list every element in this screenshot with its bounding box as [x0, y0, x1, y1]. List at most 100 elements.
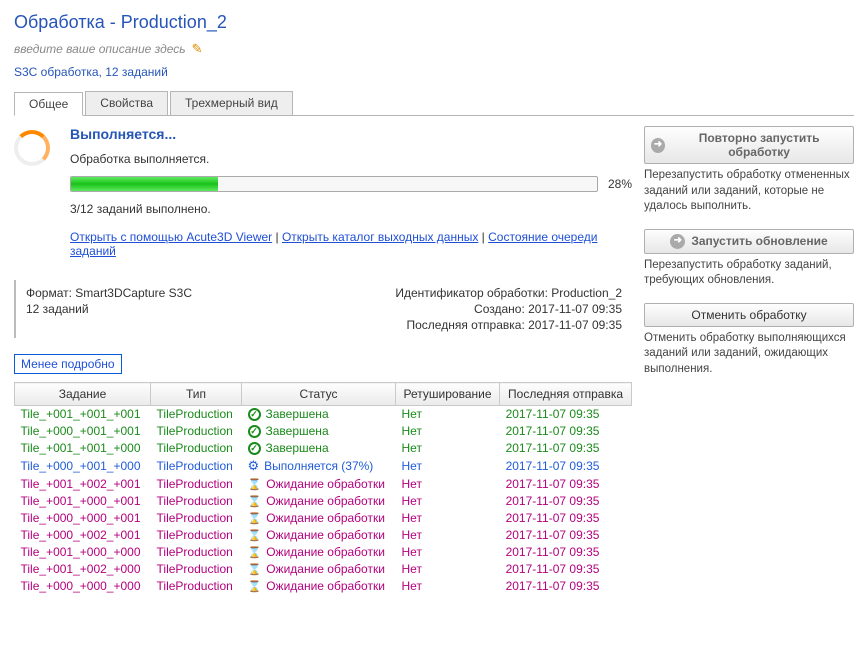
- cell-status-text: Ожидание обработки: [266, 528, 385, 542]
- cell-last-send: 2017-11-07 09:35: [500, 476, 632, 493]
- progress-fill: [71, 177, 218, 191]
- cell-retouch: Нет: [396, 457, 500, 476]
- cell-status-text: Ожидание обработки: [266, 494, 385, 508]
- restart-button[interactable]: ➜ Повторно запустить обработку: [644, 126, 854, 164]
- hourglass-icon: ⌛: [248, 546, 262, 559]
- check-circle-icon: [248, 442, 261, 455]
- table-row[interactable]: Tile_+000_+001_+000TileProduction ⚙ Выполн…: [15, 457, 632, 476]
- table-row[interactable]: Tile_+001_+001_+001TileProductionЗаверше…: [15, 406, 632, 423]
- cell-status: ⌛Ожидание обработки: [242, 527, 396, 544]
- cell-task: Tile_+000_+001_+001: [15, 423, 151, 440]
- hourglass-icon: ⌛: [248, 563, 262, 576]
- col-type[interactable]: Тип: [151, 383, 242, 406]
- cell-type: TileProduction: [151, 510, 242, 527]
- cell-last-send: 2017-11-07 09:35: [500, 578, 632, 595]
- cell-retouch: Нет: [396, 544, 500, 561]
- cell-last-send: 2017-11-07 09:35: [500, 457, 632, 476]
- cell-status: ⌛Ожидание обработки: [242, 476, 396, 493]
- cell-retouch: Нет: [396, 423, 500, 440]
- check-circle-icon: [248, 408, 261, 421]
- restart-desc: Перезапустить обработку отмененных задан…: [644, 168, 854, 215]
- col-task[interactable]: Задание: [15, 383, 151, 406]
- cell-retouch: Нет: [396, 527, 500, 544]
- open-viewer-link[interactable]: Открыть с помощью Acute3D Viewer: [70, 230, 272, 244]
- progress-bar: [70, 176, 598, 192]
- cell-status-text: Завершена: [266, 407, 329, 421]
- col-last-send[interactable]: Последняя отправка: [500, 383, 632, 406]
- update-desc: Перезапустить обработку заданий, требующ…: [644, 258, 854, 289]
- cell-last-send: 2017-11-07 09:35: [500, 510, 632, 527]
- table-row[interactable]: Tile_+000_+002_+001TileProduction⌛Ожидан…: [15, 527, 632, 544]
- cell-retouch: Нет: [396, 561, 500, 578]
- cell-type: TileProduction: [151, 544, 242, 561]
- cell-last-send: 2017-11-07 09:35: [500, 561, 632, 578]
- cell-task: Tile_+000_+002_+001: [15, 527, 151, 544]
- cell-retouch: Нет: [396, 406, 500, 423]
- restart-button-label: Повторно запустить обработку: [671, 131, 847, 159]
- cell-status: ⌛Ожидание обработки: [242, 561, 396, 578]
- col-status[interactable]: Статус: [242, 383, 396, 406]
- cell-task: Tile_+000_+001_+000: [15, 457, 151, 476]
- cell-type: TileProduction: [151, 476, 242, 493]
- table-row[interactable]: Tile_+000_+000_+001TileProduction⌛Ожидан…: [15, 510, 632, 527]
- cell-status-text: Выполняется (37%): [264, 459, 373, 473]
- gear-icon: ⚙: [248, 458, 260, 474]
- hourglass-icon: ⌛: [248, 512, 262, 525]
- cell-retouch: Нет: [396, 510, 500, 527]
- meta-created: Создано: 2017-11-07 09:35: [395, 302, 622, 316]
- table-row[interactable]: Tile_+000_+000_+000TileProduction⌛Ожидан…: [15, 578, 632, 595]
- cell-retouch: Нет: [396, 578, 500, 595]
- page-title: Обработка - Production_2: [14, 12, 854, 33]
- tab-properties[interactable]: Свойства: [85, 91, 168, 115]
- cancel-desc: Отменить обработку выполняющихся заданий…: [644, 331, 854, 378]
- cell-status-text: Завершена: [266, 441, 329, 455]
- cell-task: Tile_+001_+002_+001: [15, 476, 151, 493]
- table-row[interactable]: Tile_+001_+002_+001TileProduction⌛Ожидан…: [15, 476, 632, 493]
- check-circle-icon: [248, 425, 261, 438]
- cell-status-text: Ожидание обработки: [266, 579, 385, 593]
- cell-last-send: 2017-11-07 09:35: [500, 440, 632, 457]
- cell-type: TileProduction: [151, 578, 242, 595]
- cell-retouch: Нет: [396, 493, 500, 510]
- col-retouch[interactable]: Ретуширование: [396, 383, 500, 406]
- cell-last-send: 2017-11-07 09:35: [500, 527, 632, 544]
- subtitle: S3C обработка, 12 заданий: [14, 65, 854, 79]
- link-separator: |: [478, 230, 488, 244]
- less-detail-button[interactable]: Менее подробно: [14, 354, 122, 374]
- status-block: Выполняется... Обработка выполняется. 28…: [14, 126, 632, 270]
- meta-format: Формат: Smart3DCapture S3C: [26, 286, 192, 300]
- cell-last-send: 2017-11-07 09:35: [500, 423, 632, 440]
- cell-type: TileProduction: [151, 561, 242, 578]
- cell-last-send: 2017-11-07 09:35: [500, 493, 632, 510]
- table-row[interactable]: Tile_+001_+000_+000TileProduction⌛Ожидан…: [15, 544, 632, 561]
- tab-3d-view[interactable]: Трехмерный вид: [170, 91, 293, 115]
- cell-task: Tile_+001_+000_+000: [15, 544, 151, 561]
- description-placeholder[interactable]: введите ваше описание здесь: [14, 42, 186, 56]
- table-row[interactable]: Tile_+001_+000_+001TileProduction⌛Ожидан…: [15, 493, 632, 510]
- tab-general[interactable]: Общее: [14, 92, 83, 116]
- cell-task: Tile_+000_+000_+001: [15, 510, 151, 527]
- table-row[interactable]: Tile_+001_+002_+000TileProduction⌛Ожидан…: [15, 561, 632, 578]
- table-row[interactable]: Tile_+001_+001_+000TileProductionЗаверше…: [15, 440, 632, 457]
- cell-retouch: Нет: [396, 440, 500, 457]
- progress-note: 3/12 заданий выполнено.: [70, 202, 632, 216]
- cell-status: Завершена: [242, 406, 396, 423]
- update-button[interactable]: ➜ Запустить обновление: [644, 229, 854, 254]
- cell-status: ⌛Ожидание обработки: [242, 578, 396, 595]
- cell-type: TileProduction: [151, 457, 242, 476]
- cancel-button[interactable]: Отменить обработку: [644, 303, 854, 327]
- cell-task: Tile_+001_+001_+000: [15, 440, 151, 457]
- status-line: Обработка выполняется.: [70, 152, 632, 166]
- cell-type: TileProduction: [151, 406, 242, 423]
- meta-jobs: 12 заданий: [26, 302, 192, 316]
- cell-type: TileProduction: [151, 493, 242, 510]
- edit-description-icon[interactable]: ✎: [192, 41, 203, 57]
- cell-status-text: Завершена: [266, 424, 329, 438]
- meta-id: Идентификатор обработки: Production_2: [395, 286, 622, 300]
- table-row[interactable]: Tile_+000_+001_+001TileProductionЗаверше…: [15, 423, 632, 440]
- link-row: Открыть с помощью Acute3D Viewer | Откры…: [70, 230, 632, 258]
- cell-retouch: Нет: [396, 476, 500, 493]
- update-button-label: Запустить обновление: [691, 234, 827, 248]
- hourglass-icon: ⌛: [248, 478, 262, 491]
- open-output-link[interactable]: Открыть каталог выходных данных: [282, 230, 478, 244]
